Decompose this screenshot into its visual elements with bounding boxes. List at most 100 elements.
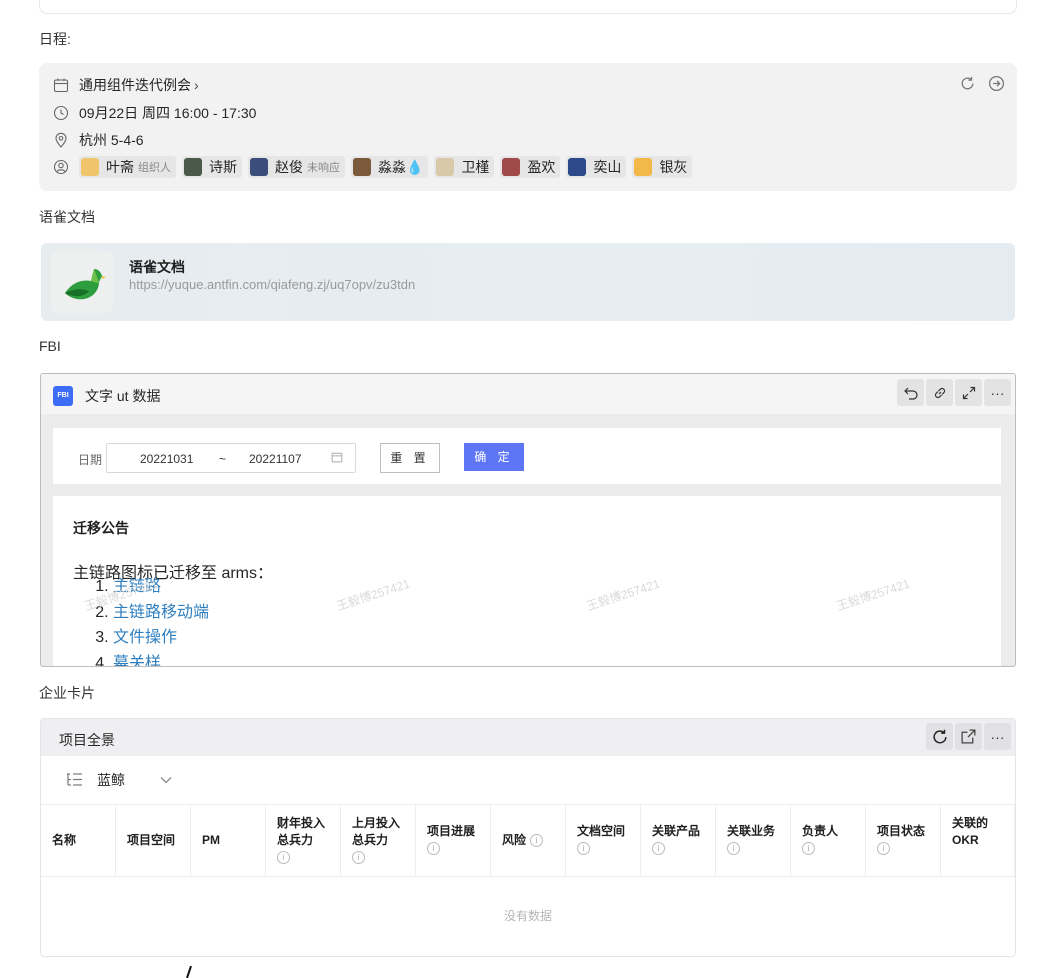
info-icon[interactable]: i	[727, 842, 740, 856]
avatar	[250, 158, 268, 176]
empty-state-text: 没有数据	[503, 909, 552, 923]
more-button[interactable]: ···	[984, 379, 1011, 406]
column-label: 上月投入总兵力	[352, 816, 401, 847]
schedule-title[interactable]: 通用组件迭代例会	[79, 75, 191, 95]
yuque-doc-title[interactable]: 语雀文档	[129, 257, 185, 277]
project-toolbar: ···	[926, 723, 1011, 750]
chevron-right-icon: ›	[194, 77, 199, 93]
attendee-name: 叶斋	[106, 159, 134, 175]
fbi-section-label: FBI	[39, 338, 61, 354]
calendar-icon	[53, 78, 69, 93]
attendee-chip[interactable]: 卫槿	[434, 156, 495, 178]
column-label: 负责人	[802, 824, 839, 838]
attendee-chip[interactable]: 银灰	[632, 156, 693, 178]
schedule-time: 09月22日 周四 16:00 - 17:30	[79, 105, 257, 121]
user-icon	[53, 159, 69, 175]
table-column-header: 名称	[41, 805, 116, 876]
column-label: 关联业务	[727, 824, 776, 838]
info-icon[interactable]: i	[530, 834, 544, 848]
attendee-name: 奕山	[593, 159, 622, 175]
column-label: PM	[202, 833, 220, 847]
selector-value[interactable]: 蓝鲸	[97, 770, 125, 790]
undo-button[interactable]	[897, 379, 924, 406]
open-external-button[interactable]	[955, 723, 982, 750]
yuque-doc-url[interactable]: https://yuque.antfin.com/qiafeng.zj/uq7o…	[129, 277, 415, 292]
attendee-name: 淼淼💧	[378, 159, 424, 175]
open-arrow-icon[interactable]	[988, 75, 1005, 92]
attendee-name: 银灰	[659, 159, 688, 175]
refresh-button[interactable]	[926, 723, 953, 750]
info-icon[interactable]: i	[277, 851, 290, 865]
cursor-mark-icon	[186, 966, 192, 978]
info-icon[interactable]: i	[352, 851, 365, 865]
table-column-header: 项目空间	[116, 805, 191, 876]
link-button[interactable]	[926, 379, 953, 406]
table-column-header: 上月投入总兵力 i	[341, 805, 416, 876]
avatar	[502, 158, 521, 176]
schedule-tools	[959, 75, 1005, 92]
date-start[interactable]: 20221031	[140, 452, 193, 466]
attendee-name: 赵俊	[275, 159, 303, 175]
info-icon[interactable]: i	[652, 842, 665, 856]
reset-button[interactable]: 重 置	[380, 443, 440, 473]
attendee-chip[interactable]: 奕山	[566, 156, 627, 178]
refresh-icon[interactable]	[959, 75, 976, 92]
column-label: 项目进展	[427, 824, 476, 838]
table-header: 名称 项目空间 PM 财年投入总兵力 i 上月投入总兵力 i 项目进展 i 风险 i 文档空间 i 关联产…	[41, 804, 1015, 877]
fullscreen-button[interactable]	[955, 379, 982, 406]
avatar	[353, 158, 371, 176]
schedule-attendees-row: 叶斋 组织人 诗斯 赵俊 未响应 淼淼💧 卫槿 盈欢 奕山 银灰	[53, 156, 698, 178]
notice-title: 迁移公告	[73, 520, 129, 536]
list-item: 文件操作	[113, 625, 209, 651]
attendee-chip[interactable]: 盈欢	[500, 156, 561, 178]
project-title: 项目全景	[59, 732, 115, 748]
column-label: 关联的OKR	[952, 816, 989, 847]
column-label: 项目空间	[127, 833, 176, 847]
date-label: 日期	[78, 453, 103, 467]
external-link-icon	[961, 729, 976, 744]
info-icon[interactable]: i	[577, 842, 590, 856]
attendee-chip[interactable]: 诗斯	[182, 156, 242, 178]
notice-link[interactable]: 文件操作	[113, 629, 177, 646]
date-range-picker[interactable]: 20221031 ~ 20221107	[106, 443, 356, 473]
project-selector[interactable]: 蓝鲸	[65, 770, 173, 790]
date-end[interactable]: 20221107	[249, 452, 302, 466]
info-icon[interactable]: i	[427, 842, 440, 856]
schedule-section-label: 日程:	[39, 31, 71, 47]
confirm-button[interactable]: 确 定	[464, 443, 524, 471]
attendee-chip[interactable]: 淼淼💧	[351, 156, 429, 178]
notice-link[interactable]: 主链路移动端	[113, 604, 209, 621]
schedule-title-row[interactable]: 通用组件迭代例会 ›	[53, 75, 199, 95]
attendee-list: 叶斋 组织人 诗斯 赵俊 未响应 淼淼💧 卫槿 盈欢 奕山 银灰	[79, 156, 698, 178]
schedule-time-row: 09月22日 周四 16:00 - 17:30	[53, 103, 256, 123]
fbi-badge-icon: FBI	[53, 386, 73, 406]
yuque-doc-card[interactable]: 语雀文档 https://yuque.antfin.com/qiafeng.zj…	[41, 243, 1015, 321]
list-item: 主链路移动端	[113, 600, 209, 626]
watermark: 王毅博257421	[334, 576, 412, 614]
fbi-header: FBI 文字 ut 数据 ···	[41, 374, 1015, 414]
table-column-header: 关联产品 i	[641, 805, 716, 876]
clock-icon	[53, 105, 69, 121]
table-column-header: 关联业务 i	[716, 805, 791, 876]
fbi-filter-bar: 日期 20221031 ~ 20221107 重 置 确 定	[53, 428, 1001, 484]
attendee-chip[interactable]: 赵俊 未响应	[248, 156, 345, 178]
avatar	[81, 158, 99, 176]
tree-list-icon	[67, 773, 82, 786]
chevron-down-icon	[160, 777, 172, 784]
attendee-status-tag: 未响应	[307, 162, 340, 174]
attendee-chip[interactable]: 叶斋 组织人	[79, 156, 176, 178]
info-icon[interactable]: i	[802, 842, 815, 856]
watermark: 王毅博257421	[834, 576, 912, 614]
watermark: 王毅博257421	[584, 576, 662, 614]
yuque-section-label: 语雀文档	[39, 209, 95, 225]
avatar	[634, 158, 653, 176]
column-label: 文档空间	[577, 824, 626, 838]
link-icon	[934, 387, 945, 398]
info-icon[interactable]: i	[877, 842, 890, 856]
more-button[interactable]: ···	[984, 723, 1011, 750]
notice-link[interactable]: 幕关样	[113, 655, 161, 667]
more-icon: ···	[990, 384, 1005, 401]
schedule-card: 通用组件迭代例会 › 09月22日 周四 16:00 - 17:30 杭州 5-…	[39, 63, 1017, 191]
attendee-name: 诗斯	[209, 159, 237, 175]
column-label: 财年投入总兵力	[277, 816, 326, 847]
